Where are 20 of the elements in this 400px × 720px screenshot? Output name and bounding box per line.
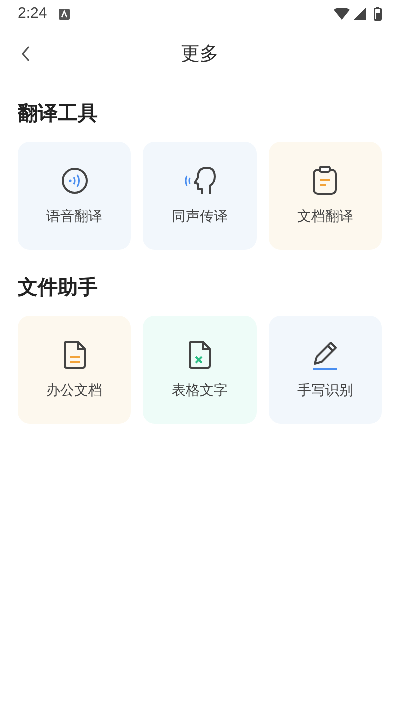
page-title: 更多 bbox=[181, 42, 219, 67]
tool-card[interactable]: 办公文档 bbox=[18, 316, 132, 424]
tool-card[interactable]: 同声传译 bbox=[143, 142, 257, 250]
battery-icon bbox=[374, 7, 382, 21]
section-title: 文件助手 bbox=[18, 274, 99, 301]
status-time: 2:24 bbox=[18, 4, 48, 24]
pen-icon bbox=[311, 340, 340, 370]
wifi-icon bbox=[334, 8, 350, 20]
tool-card[interactable]: 语音翻译 bbox=[18, 142, 132, 250]
clipboard-icon bbox=[312, 166, 338, 196]
tool-card[interactable]: 表格文字 bbox=[143, 316, 257, 424]
sound-wave-icon bbox=[60, 166, 89, 194]
tool-card[interactable]: 手写识别 bbox=[268, 316, 382, 424]
notification-icon bbox=[59, 8, 70, 20]
document-icon bbox=[62, 340, 88, 370]
spreadsheet-file-icon bbox=[186, 340, 213, 370]
section-title: 翻译工具 bbox=[18, 100, 99, 127]
signal-icon bbox=[354, 8, 366, 20]
tool-card[interactable]: 文档翻译 bbox=[268, 142, 382, 250]
back-icon bbox=[21, 45, 31, 63]
